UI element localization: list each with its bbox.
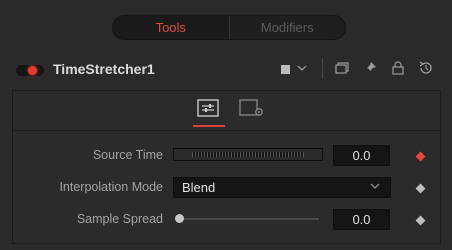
enabled-indicator [28, 66, 37, 75]
reset-icon[interactable] [418, 60, 434, 80]
keyframe-icon[interactable] [415, 183, 426, 194]
keyframe-icon[interactable] [415, 215, 426, 226]
chevron-down-icon[interactable] [297, 63, 307, 76]
sample-spread-input[interactable]: 0.0 [333, 209, 390, 230]
keyframe-icon[interactable] [415, 151, 426, 162]
source-time-input[interactable]: 0.0 [333, 145, 390, 166]
inspector-tabs [13, 91, 440, 131]
sample-spread-slider-handle[interactable] [175, 214, 184, 223]
tool-header: TimeStretcher1 [6, 56, 448, 84]
modifiers-tab[interactable]: Modifiers [228, 16, 346, 39]
color-swatch-icon[interactable] [281, 65, 290, 74]
sample-spread-label: Sample Spread [76, 212, 163, 226]
active-tab-indicator [193, 125, 225, 127]
interpolation-mode-dropdown[interactable]: Blend [173, 177, 391, 198]
sample-spread-slider[interactable] [179, 218, 319, 220]
tools-tab[interactable]: Tools [113, 16, 229, 39]
panel-mode-switch: Tools Modifiers [112, 15, 346, 40]
source-time-label: Source Time [92, 148, 163, 162]
interpolation-mode-label: Interpolation Mode [59, 180, 163, 194]
interpolation-mode-value: Blend [182, 180, 216, 195]
inspector-panel: Source Time 0.0 Interpolation Mode Blend… [12, 90, 441, 244]
pin-icon[interactable] [362, 60, 378, 80]
lock-icon[interactable] [390, 60, 406, 80]
settings-tab-icon[interactable] [239, 99, 263, 117]
chevron-down-icon [370, 181, 380, 194]
controls-tab-icon[interactable] [197, 99, 219, 117]
header-divider [322, 59, 323, 79]
versions-icon[interactable] [334, 60, 350, 80]
toggle-switch-icon[interactable] [16, 65, 44, 76]
source-time-thumbwheel[interactable] [173, 148, 323, 161]
tool-name[interactable]: TimeStretcher1 [53, 61, 155, 77]
